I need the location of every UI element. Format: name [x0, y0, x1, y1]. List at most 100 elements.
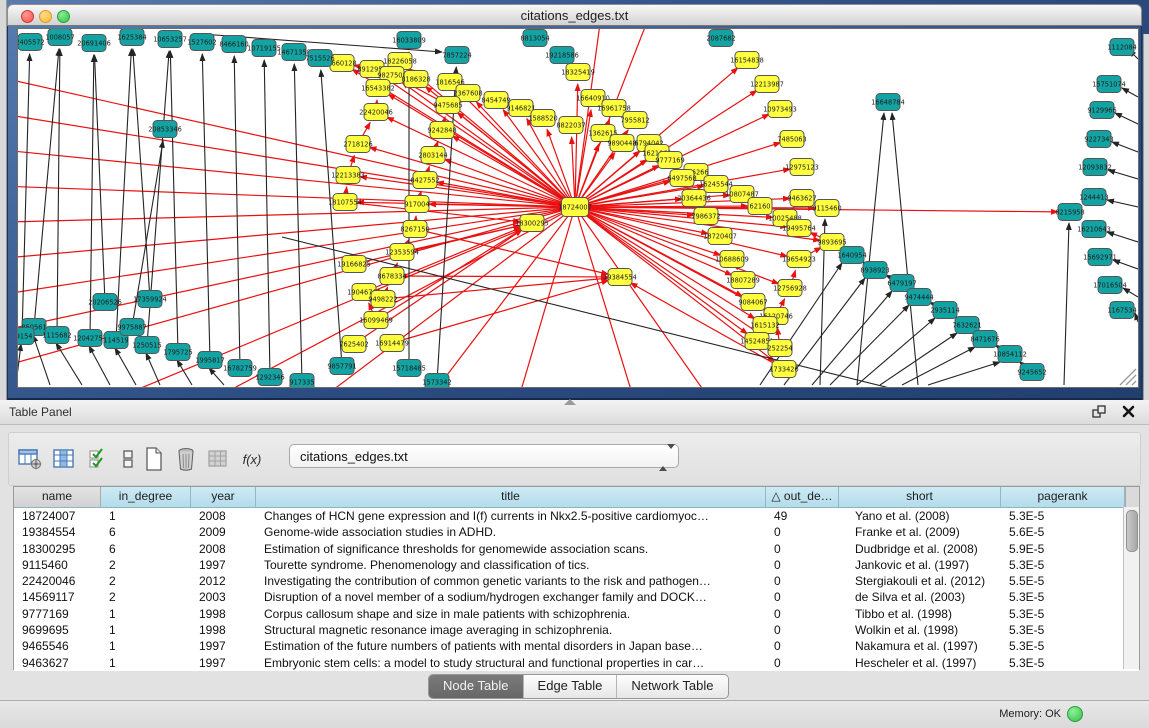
- graph-node[interactable]: 1244413: [1079, 189, 1108, 206]
- table-cell[interactable]: Structural magnetic resonance image aver…: [256, 622, 766, 638]
- graph-node[interactable]: 8678334: [377, 268, 406, 285]
- graph-node[interactable]: 20853346: [148, 121, 182, 138]
- graph-node[interactable]: 10973493: [763, 101, 797, 118]
- graph-node[interactable]: 9115460: [812, 200, 841, 217]
- column-visibility-icon[interactable]: [51, 446, 77, 472]
- graph-node[interactable]: 9498222: [368, 291, 397, 308]
- graph-node[interactable]: 18807289: [726, 272, 760, 289]
- canvas-resize-grip[interactable]: [1132, 381, 1136, 385]
- graph-node[interactable]: 9242848: [427, 122, 456, 139]
- graph-node[interactable]: 17359924: [133, 291, 167, 308]
- table-cell[interactable]: 2008: [191, 508, 256, 524]
- table-cell[interactable]: Corpus callosum shape and size in male p…: [256, 606, 766, 622]
- graph-node[interactable]: 10854112: [993, 346, 1027, 363]
- graph-node[interactable]: 1795725: [163, 344, 192, 361]
- close-panel-icon[interactable]: [1122, 405, 1135, 418]
- graph-node[interactable]: 19495764: [782, 220, 816, 237]
- graph-node[interactable]: 1573342: [422, 374, 451, 388]
- table-cell[interactable]: Franke et al. (2009): [839, 524, 1001, 540]
- graph-node[interactable]: 19654923: [782, 251, 816, 268]
- graph-node[interactable]: 8471676: [970, 331, 999, 348]
- graph-node[interactable]: 8427552: [410, 172, 439, 189]
- graph-node[interactable]: 12353594: [385, 244, 419, 261]
- column-header-out_de[interactable]: △ out_de…: [766, 487, 839, 507]
- graph-node[interactable]: 62160: [748, 198, 772, 215]
- graph-node[interactable]: 19384554: [603, 269, 637, 286]
- graph-node[interactable]: 16099469: [359, 312, 393, 329]
- graph-node[interactable]: 16648784: [871, 94, 905, 111]
- table-cell[interactable]: 1997: [191, 638, 256, 654]
- splitter-handle[interactable]: [564, 399, 576, 405]
- graph-node[interactable]: 7515526: [305, 50, 334, 67]
- graph-node[interactable]: 18720407: [703, 228, 737, 245]
- graph-node[interactable]: 1640954: [837, 247, 866, 264]
- graph-node[interactable]: 15692971: [1083, 249, 1117, 266]
- table-cell[interactable]: 2009: [191, 524, 256, 540]
- graph-node[interactable]: 9245652: [1017, 364, 1046, 381]
- graph-node[interactable]: 9129966: [1087, 102, 1116, 119]
- graph-node[interactable]: 15718485: [392, 360, 426, 377]
- table-selector-dropdown[interactable]: citations_edges.txt: [289, 444, 679, 468]
- table-cell[interactable]: 1: [101, 638, 191, 654]
- graph-node[interactable]: 12213987: [750, 76, 784, 93]
- table-cell[interactable]: 0: [766, 524, 839, 540]
- graph-node[interactable]: 1588520: [528, 110, 557, 127]
- graph-node[interactable]: 2935114: [930, 302, 959, 319]
- table-cell[interactable]: Embryonic stem cells: a model to study s…: [256, 655, 766, 671]
- table-cell[interactable]: 2: [101, 557, 191, 573]
- table-row[interactable]: 977716911998Corpus callosum shape and si…: [14, 606, 1139, 622]
- rows-icon[interactable]: [115, 446, 141, 472]
- new-table-icon[interactable]: [141, 446, 167, 472]
- table-cell[interactable]: Investigating the contribution of common…: [256, 573, 766, 589]
- tab-node-table[interactable]: Node Table: [429, 675, 524, 698]
- table-cell[interactable]: Hescheler et al. (1997): [839, 655, 1001, 671]
- scrollbar-thumb[interactable]: [1126, 510, 1138, 552]
- table-cell[interactable]: 1: [101, 655, 191, 671]
- graph-node[interactable]: 18325419: [561, 64, 595, 81]
- graph-node[interactable]: 2405572: [18, 34, 45, 51]
- table-cell[interactable]: 1998: [191, 622, 256, 638]
- table-cell[interactable]: 5.3E-5: [1001, 638, 1125, 654]
- graph-node[interactable]: 7485063: [777, 131, 806, 148]
- table-cell[interactable]: 6: [101, 541, 191, 557]
- citation-network-graph[interactable]: 1872400796601288912954182260589827508165…: [18, 29, 1138, 387]
- table-cell[interactable]: 2003: [191, 589, 256, 605]
- table-cell[interactable]: 5.5E-5: [1001, 573, 1125, 589]
- import-table-icon[interactable]: [205, 446, 231, 472]
- column-header-year[interactable]: year: [191, 487, 256, 507]
- table-cell[interactable]: 2008: [191, 541, 256, 557]
- table-settings-icon[interactable]: [17, 446, 43, 472]
- table-cell[interactable]: 19384554: [14, 524, 101, 540]
- table-cell[interactable]: 0: [766, 606, 839, 622]
- graph-node[interactable]: 18300295: [515, 215, 549, 232]
- table-cell[interactable]: 2: [101, 589, 191, 605]
- table-cell[interactable]: 9699695: [14, 622, 101, 638]
- table-cell[interactable]: Jankovic et al. (1997): [839, 557, 1001, 573]
- table-cell[interactable]: 5.3E-5: [1001, 557, 1125, 573]
- graph-node[interactable]: 16210643: [1077, 221, 1111, 238]
- graph-node[interactable]: 2803144: [418, 147, 447, 164]
- network-window-titlebar[interactable]: citations_edges.txt: [7, 4, 1142, 26]
- column-header-short[interactable]: short: [839, 487, 1001, 507]
- graph-node[interactable]: 8938923: [860, 262, 889, 279]
- graph-node[interactable]: 1995817: [195, 352, 224, 369]
- table-cell[interactable]: 5.3E-5: [1001, 508, 1125, 524]
- table-cell[interactable]: 9777169: [14, 606, 101, 622]
- table-cell[interactable]: Changes of HCN gene expression and I(f) …: [256, 508, 766, 524]
- table-row[interactable]: 2242004622012Investigating the contribut…: [14, 573, 1139, 589]
- table-cell[interactable]: 5.9E-5: [1001, 541, 1125, 557]
- graph-node[interactable]: 9475685: [433, 97, 462, 114]
- graph-node[interactable]: 7625402: [339, 336, 368, 353]
- graph-node[interactable]: 22420046: [359, 104, 393, 121]
- table-row[interactable]: 946554611997Estimation of the future num…: [14, 638, 1139, 654]
- table-cell[interactable]: 1: [101, 622, 191, 638]
- graph-node[interactable]: 8822037: [556, 117, 585, 134]
- table-cell[interactable]: Wolkin et al. (1998): [839, 622, 1001, 638]
- graph-node[interactable]: 1615132: [750, 317, 779, 334]
- table-cell[interactable]: de Silva et al. (2003): [839, 589, 1001, 605]
- table-cell[interactable]: Stergiakouli et al. (2012): [839, 573, 1001, 589]
- graph-node[interactable]: 9463627: [787, 190, 816, 207]
- graph-node[interactable]: 18107554: [328, 194, 362, 211]
- table-cell[interactable]: 0: [766, 638, 839, 654]
- graph-node[interactable]: 9474444: [904, 289, 933, 306]
